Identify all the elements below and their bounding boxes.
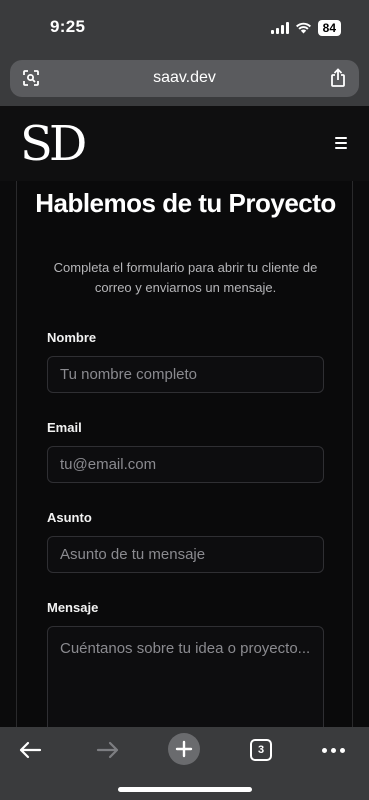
site-header: SD bbox=[0, 106, 369, 181]
wifi-icon bbox=[295, 22, 312, 34]
site-logo[interactable]: SD bbox=[20, 114, 87, 174]
home-indicator bbox=[118, 787, 252, 792]
plus-icon[interactable] bbox=[168, 733, 200, 765]
url-bar[interactable]: saav.dev bbox=[10, 60, 359, 97]
browser-toolbar: 3 bbox=[0, 727, 369, 800]
browser-chrome-top: 9:25 84 saav.dev bbox=[0, 0, 369, 106]
status-icons: 84 bbox=[270, 20, 341, 36]
menu-icon[interactable] bbox=[335, 137, 347, 149]
page-title: Hablemos de tu Proyecto bbox=[35, 188, 336, 218]
status-time: 9:25 bbox=[50, 17, 86, 36]
back-arrow-icon[interactable] bbox=[14, 735, 46, 765]
page-subtitle: Completa el formulario para abrir tu cli… bbox=[53, 260, 318, 295]
contact-card: Hablemos de tu Proyecto Completa el form… bbox=[16, 181, 353, 727]
signal-icon bbox=[270, 22, 289, 34]
subject-label: Asunto bbox=[47, 510, 92, 525]
email-field[interactable]: tu@email.com bbox=[47, 446, 324, 483]
name-label: Nombre bbox=[47, 330, 97, 345]
message-label: Mensaje bbox=[47, 600, 99, 615]
page-content: Hablemos de tu Proyecto Completa el form… bbox=[0, 181, 369, 727]
forward-arrow-icon[interactable] bbox=[92, 735, 124, 765]
url-text: saav.dev bbox=[153, 69, 216, 86]
battery-icon: 84 bbox=[317, 20, 341, 36]
name-field[interactable]: Tu nombre completo bbox=[47, 356, 324, 393]
message-field[interactable]: Cuéntanos sobre tu idea o proyecto... bbox=[47, 626, 324, 727]
more-icon[interactable] bbox=[318, 735, 348, 765]
share-icon[interactable] bbox=[329, 68, 347, 93]
status-bar: 9:25 84 bbox=[0, 0, 369, 56]
subject-field[interactable]: Asunto de tu mensaje bbox=[47, 536, 324, 573]
tabs-button[interactable]: 3 bbox=[250, 739, 272, 761]
email-label: Email bbox=[47, 420, 82, 435]
